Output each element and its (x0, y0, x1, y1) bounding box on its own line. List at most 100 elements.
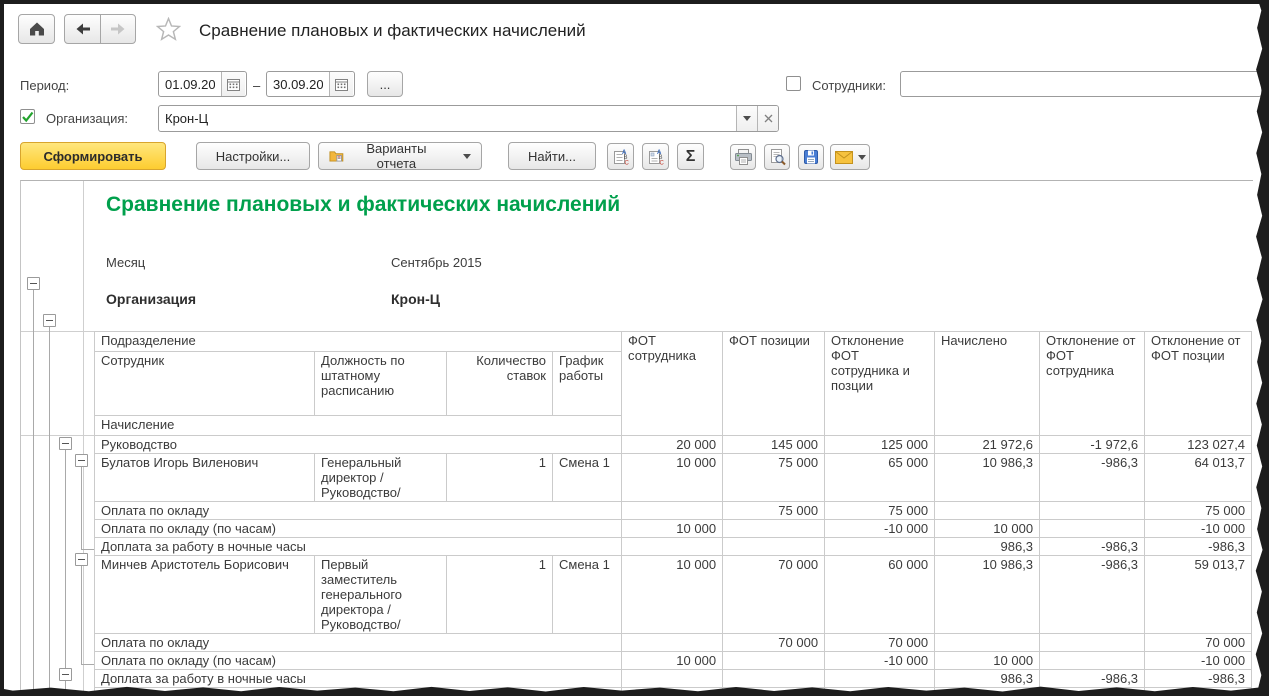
header-schedule[interactable]: График работы (551, 351, 623, 416)
header-accrued[interactable]: Начислено (934, 331, 1041, 436)
collapse-groupings-button[interactable]: A B C (642, 143, 669, 170)
expand-groupings-icon: A B C (613, 150, 629, 166)
back-button[interactable] (64, 14, 101, 44)
save-button[interactable] (798, 144, 824, 170)
print-button[interactable] (730, 144, 756, 170)
collapse-group-button[interactable] (27, 277, 40, 290)
date-from-field (158, 71, 247, 97)
period-more-button[interactable]: ... (367, 71, 403, 97)
header-fot-employee[interactable]: ФОТ сотрудника (621, 331, 724, 436)
print-preview-icon (770, 148, 786, 165)
find-button[interactable]: Найти... (508, 142, 596, 170)
employees-input[interactable] (901, 72, 1261, 96)
forward-button[interactable] (100, 14, 136, 44)
collapse-group-button[interactable] (59, 437, 72, 450)
gutter-line (21, 331, 94, 332)
tree-stem (81, 549, 94, 550)
date-to-field (266, 71, 355, 97)
organization-clear-button[interactable] (757, 106, 778, 131)
organization-dropdown-button[interactable] (736, 106, 757, 131)
report-variants-button[interactable]: Варианты отчета (318, 141, 482, 171)
group-cell[interactable]: Руководство (93, 435, 623, 454)
table-row: Оплата по окладу (по часам) 10 000 -10 0… (93, 519, 1253, 538)
rate-cell[interactable]: 1 (446, 555, 553, 634)
window-border (0, 0, 4, 696)
close-icon (764, 114, 772, 123)
autosum-button[interactable]: Σ (677, 143, 704, 170)
collapse-group-button[interactable] (75, 454, 88, 467)
report-org-value: Крон-Ц (391, 291, 440, 307)
page-title: Сравнение плановых и фактических начисле… (199, 21, 586, 40)
schedule-cell[interactable]: Смена 1 (551, 555, 623, 634)
floppy-save-icon (804, 150, 818, 164)
header-accrual[interactable]: Начисление (93, 415, 623, 436)
organization-checkbox[interactable] (20, 109, 35, 124)
home-button[interactable] (18, 14, 55, 44)
printer-icon (734, 149, 752, 165)
forward-arrow-icon (111, 23, 125, 35)
generate-button[interactable]: Сформировать (20, 142, 166, 170)
header-fot-position[interactable]: ФОТ позиции (722, 331, 826, 436)
employee-cell[interactable]: Минчев Аристотель Борисович (94, 555, 315, 634)
employees-checkbox[interactable] (786, 76, 801, 91)
table-row: Доплата за работу в ночные часы 986,3 -9… (93, 537, 1253, 556)
expand-groupings-button[interactable]: A B C (607, 143, 634, 170)
report-table: Подразделение ФОТ сотрудника ФОТ позиции… (93, 331, 1253, 696)
organization-label: Организация: (46, 111, 129, 126)
print-preview-button[interactable] (764, 144, 790, 170)
accrual-cell[interactable]: Доплата за работу в ночные часы (93, 537, 623, 556)
accrual-cell[interactable]: Оплата по окладу (93, 633, 623, 652)
table-row: Руководство 20 000 145 000 125 000 21 97… (93, 435, 1253, 454)
tree-stem (65, 450, 66, 668)
gutter-divider (83, 181, 84, 696)
svg-text:C: C (624, 160, 629, 166)
tree-stem (81, 467, 82, 549)
schedule-cell[interactable]: Смена 1 (551, 453, 623, 502)
period-label: Период: (20, 78, 70, 93)
header-deviation-fot-employee[interactable]: Отклонение от ФОТ сотрудника (1039, 331, 1146, 436)
send-email-button[interactable] (830, 144, 870, 170)
gutter-line (21, 435, 94, 436)
header-employee[interactable]: Сотрудник (94, 351, 315, 416)
calendar-icon (227, 78, 240, 91)
accrual-cell[interactable]: Оплата по окладу (93, 501, 623, 520)
favorite-star-icon[interactable] (156, 17, 181, 41)
employee-cell[interactable]: Булатов Игорь Виленович (94, 453, 315, 502)
organization-field (158, 105, 779, 132)
header-department[interactable]: Подразделение (93, 331, 623, 352)
date-from-calendar-button[interactable] (221, 72, 245, 96)
header-deviation-fot[interactable]: Отклонение ФОТ сотрудника и позции (824, 331, 936, 436)
month-value: Сентябрь 2015 (391, 255, 482, 270)
tree-stem (81, 664, 94, 665)
window-border-torn (1255, 0, 1269, 696)
header-position[interactable]: Должность по штатному расписанию (314, 351, 447, 416)
back-arrow-icon (76, 23, 90, 35)
date-to-calendar-button[interactable] (329, 72, 353, 96)
month-label: Месяц (106, 255, 146, 270)
position-cell[interactable]: Генеральный директор /Руководство/ (314, 453, 447, 502)
header-deviation-fot-position[interactable]: Отклонение от ФОТ позции (1144, 331, 1253, 436)
collapse-group-button[interactable] (43, 314, 56, 327)
report-variants-label: Варианты отчета (366, 141, 427, 171)
checkmark-icon (22, 111, 34, 122)
table-row: Оплата по окладу 70 000 70 000 70 000 (93, 633, 1253, 652)
calendar-icon (335, 78, 348, 91)
collapse-group-button[interactable] (75, 553, 88, 566)
settings-button[interactable]: Настройки... (196, 142, 310, 170)
report-org-label: Организация (106, 291, 197, 307)
rate-cell[interactable]: 1 (446, 453, 553, 502)
collapse-groupings-icon: A B C (648, 150, 664, 166)
accrual-cell[interactable]: Доплата за работу в ночные часы (93, 669, 623, 688)
organization-input[interactable] (159, 106, 736, 131)
position-cell[interactable]: Первый заместитель генерального директор… (314, 555, 447, 634)
accrual-cell[interactable]: Оплата по окладу (по часам) (93, 651, 623, 670)
report-title: Сравнение плановых и фактических начисле… (106, 193, 621, 216)
svg-text:C: C (659, 160, 664, 166)
date-to-input[interactable] (267, 72, 329, 96)
collapse-group-button[interactable] (59, 668, 72, 681)
date-from-input[interactable] (159, 72, 221, 96)
envelope-icon (834, 150, 853, 164)
accrual-cell[interactable]: Оплата по окладу (по часам) (93, 519, 623, 538)
header-rate[interactable]: Количество ставок (446, 351, 553, 416)
report-area: Сравнение плановых и фактических начисле… (20, 180, 1253, 696)
